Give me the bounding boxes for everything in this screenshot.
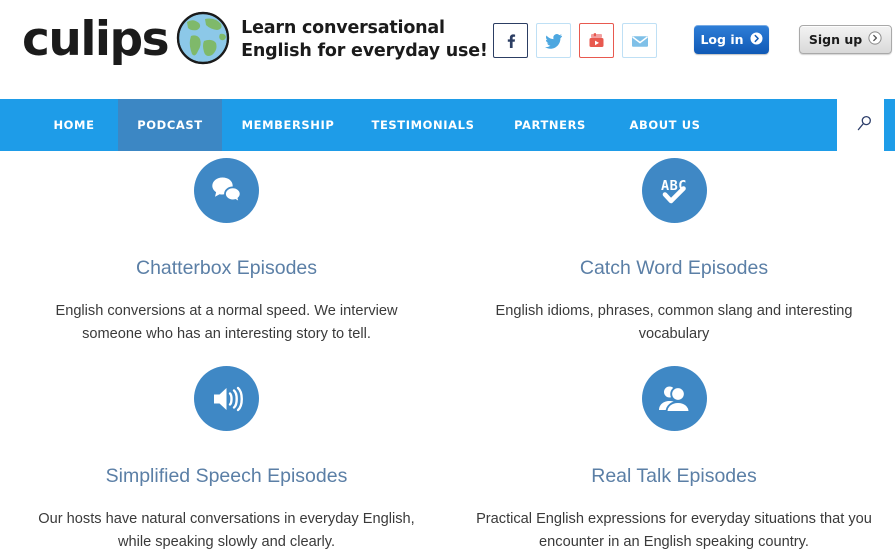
- speaker-volume-icon: [194, 366, 259, 431]
- chevron-right-circle-icon: [750, 32, 763, 48]
- abc-check-icon: ABC: [641, 158, 707, 223]
- nav-item-membership[interactable]: MEMBERSHIP: [222, 99, 354, 151]
- tagline-line-2: English for everyday use!: [241, 40, 488, 61]
- nav-item-about-us[interactable]: ABOUT US: [608, 99, 722, 151]
- category-description: English conversions at a normal speed. W…: [55, 303, 398, 343]
- social-link-twitter[interactable]: [536, 23, 571, 58]
- login-button-label: Log in: [700, 32, 744, 47]
- category-card-real-talk: Real Talk Episodes Practical English exp…: [453, 366, 895, 554]
- signup-button[interactable]: Sign up: [799, 25, 892, 54]
- nav-item-home[interactable]: HOME: [30, 99, 118, 151]
- podcast-categories-section: Chatterbox Episodes English conversions …: [0, 151, 895, 558]
- main-navigation: HOME PODCAST MEMBERSHIP TESTIMONIALS PAR…: [0, 99, 837, 151]
- signup-button-label: Sign up: [808, 32, 863, 47]
- site-header: culips Learn conversational English for …: [0, 0, 895, 99]
- brand-wordmark: culips: [22, 12, 170, 67]
- youtube-icon: [588, 32, 605, 49]
- chevron-right-circle-outline-icon: [868, 31, 882, 48]
- search-button[interactable]: [845, 99, 883, 151]
- brand-tagline: Learn conversational English for everyda…: [241, 17, 488, 62]
- category-card-simplified-speech: Simplified Speech Episodes Our hosts hav…: [0, 366, 453, 554]
- social-link-youtube[interactable]: [579, 23, 614, 58]
- category-description: English idioms, phrases, common slang an…: [495, 303, 853, 343]
- login-button[interactable]: Log in: [694, 25, 769, 54]
- search-icon: [856, 115, 873, 135]
- category-description: Our hosts have natural conversations in …: [38, 511, 415, 551]
- social-links: [493, 23, 657, 58]
- globe-icon: [175, 8, 231, 71]
- tagline-line-1: Learn conversational: [241, 18, 445, 39]
- category-title[interactable]: Catch Word Episodes: [475, 257, 873, 280]
- category-title[interactable]: Real Talk Episodes: [461, 465, 887, 488]
- envelope-icon: [631, 34, 649, 48]
- social-link-facebook[interactable]: [493, 23, 528, 58]
- site-logo[interactable]: culips Learn conversational English for …: [22, 8, 488, 71]
- category-description: Practical English expressions for everyd…: [476, 511, 872, 551]
- twitter-icon: [544, 33, 563, 49]
- category-card-chatterbox: Chatterbox Episodes English conversions …: [0, 158, 453, 346]
- nav-right-strip: [884, 99, 895, 151]
- facebook-icon: [503, 33, 519, 49]
- users-icon: [641, 366, 707, 431]
- category-title[interactable]: Chatterbox Episodes: [24, 257, 429, 280]
- page-root: culips Learn conversational English for …: [0, 0, 895, 558]
- nav-list: HOME PODCAST MEMBERSHIP TESTIMONIALS PAR…: [0, 99, 722, 151]
- social-link-email[interactable]: [622, 23, 657, 58]
- nav-item-podcast[interactable]: PODCAST: [118, 99, 222, 151]
- category-card-catch-word: ABC Catch Word Episodes English idioms, …: [453, 158, 895, 346]
- nav-item-testimonials[interactable]: TESTIMONIALS: [354, 99, 492, 151]
- chat-bubbles-icon: [194, 158, 259, 223]
- nav-item-partners[interactable]: PARTNERS: [492, 99, 608, 151]
- category-title[interactable]: Simplified Speech Episodes: [12, 465, 441, 488]
